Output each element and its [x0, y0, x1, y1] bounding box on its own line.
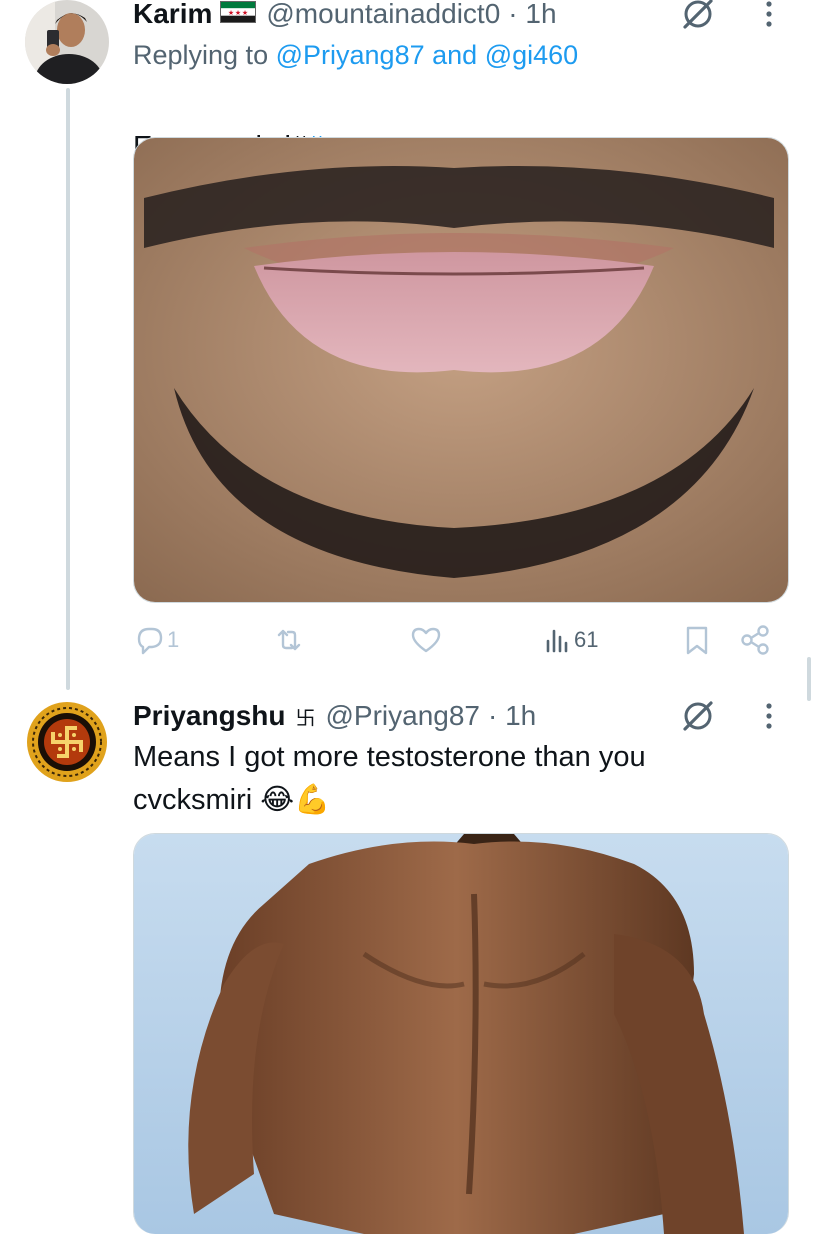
- mention-link-gi460[interactable]: @gi460: [485, 40, 578, 70]
- svg-text:★: ★: [242, 9, 248, 17]
- reply-tweet-karim[interactable]: Karim ★ ★ ★ @mountainaddict0 · 1h Replyi…: [0, 0, 813, 690]
- replying-prefix: Replying to: [133, 40, 269, 70]
- avatar-priyangshu[interactable]: [25, 700, 109, 784]
- tweet-header: Priyangshu 卐 @Priyang87 · 1h: [133, 698, 536, 734]
- tweet-photo-back[interactable]: [133, 833, 789, 1234]
- view-count: 61: [574, 627, 599, 652]
- share-icon: [741, 625, 769, 655]
- more-options-icon[interactable]: [762, 0, 776, 32]
- reply-count: 1: [167, 627, 180, 652]
- tweet-header: Karim ★ ★ ★ @mountainaddict0 · 1h: [133, 0, 557, 32]
- svg-text:★: ★: [228, 9, 234, 17]
- bookmark-icon: [686, 626, 708, 655]
- display-name[interactable]: Priyangshu: [133, 700, 285, 732]
- timestamp[interactable]: · 1h: [508, 0, 556, 30]
- bookmark-button[interactable]: [683, 620, 711, 660]
- more-options-icon[interactable]: [762, 698, 776, 734]
- timestamp[interactable]: · 1h: [488, 700, 536, 732]
- retweet-button[interactable]: [272, 620, 306, 660]
- replying-and: and: [432, 40, 478, 70]
- flag-icon: ★ ★ ★: [220, 0, 257, 30]
- reply-icon: [137, 627, 163, 655]
- heart-icon: [411, 627, 441, 653]
- display-name[interactable]: Karim: [133, 0, 212, 30]
- tweet-text: Means I got more testosterone than you c…: [133, 741, 646, 816]
- views-button[interactable]: 61: [544, 620, 598, 660]
- svg-text:★: ★: [235, 9, 241, 17]
- reply-tweet-priyangshu[interactable]: Priyangshu 卐 @Priyang87 · 1h Means I got…: [0, 690, 813, 1234]
- mention-link-priyang87[interactable]: @Priyang87: [276, 40, 425, 70]
- name-badge: 卐: [295, 707, 316, 730]
- like-button[interactable]: [409, 620, 443, 660]
- tweet-action-bar: 1 61: [0, 620, 813, 660]
- tweet-photo-lips[interactable]: [133, 137, 789, 603]
- grok-icon[interactable]: [680, 698, 716, 734]
- avatar-karim[interactable]: [25, 0, 109, 84]
- grok-icon[interactable]: [680, 0, 716, 32]
- handle[interactable]: @Priyang87: [325, 700, 480, 732]
- handle[interactable]: @mountainaddict0: [266, 0, 500, 30]
- analytics-icon: [546, 629, 568, 653]
- retweet-icon: [277, 629, 301, 651]
- reply-button[interactable]: 1: [133, 620, 179, 660]
- replying-to-line: Replying to @Priyang87 and @gi460: [133, 40, 578, 71]
- share-button[interactable]: [738, 620, 772, 660]
